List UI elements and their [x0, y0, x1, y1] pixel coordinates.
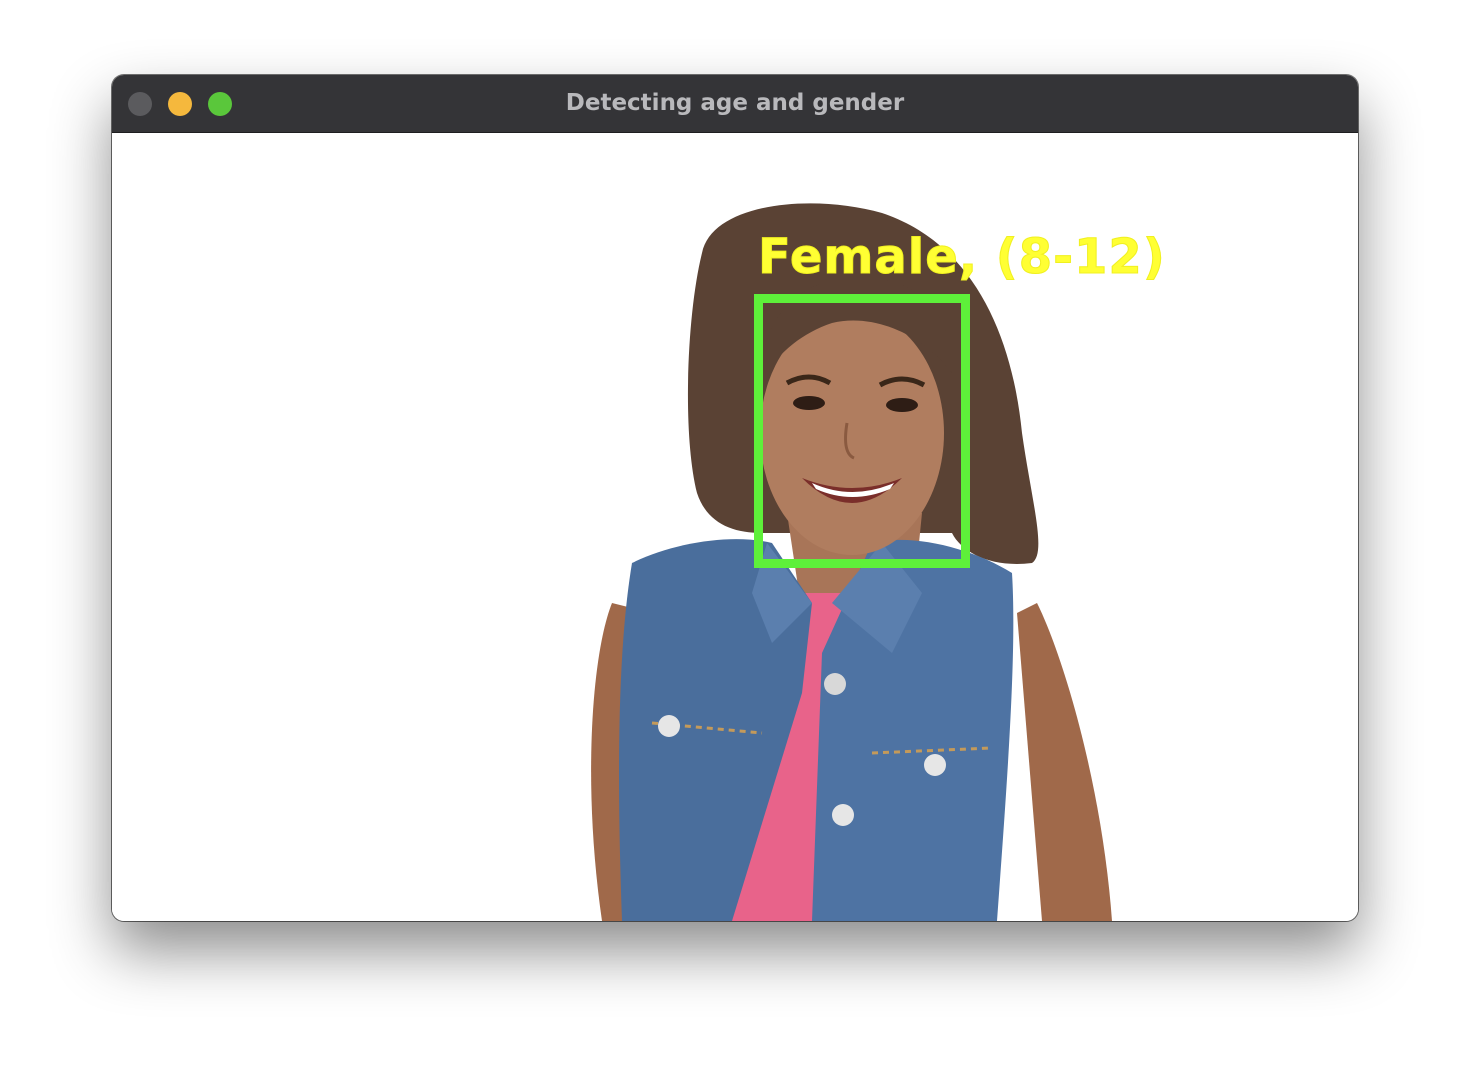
desktop-background: Detecting age and gender Female, (8-12): [0, 0, 1470, 1070]
face-detection-box: [754, 294, 970, 568]
vest-button: [658, 715, 680, 737]
vest-button: [832, 804, 854, 826]
app-window: Detecting age and gender Female, (8-12): [112, 75, 1358, 921]
prediction-label: Female, (8-12): [758, 229, 1166, 286]
right-arm: [1017, 603, 1112, 921]
vest-button: [824, 673, 846, 695]
vest-button: [924, 754, 946, 776]
subject-photo: [591, 203, 1112, 921]
image-view: Female, (8-12): [112, 133, 1358, 921]
window-title: Detecting age and gender: [565, 90, 905, 116]
title-bar[interactable]: Detecting age and gender: [112, 75, 1358, 133]
